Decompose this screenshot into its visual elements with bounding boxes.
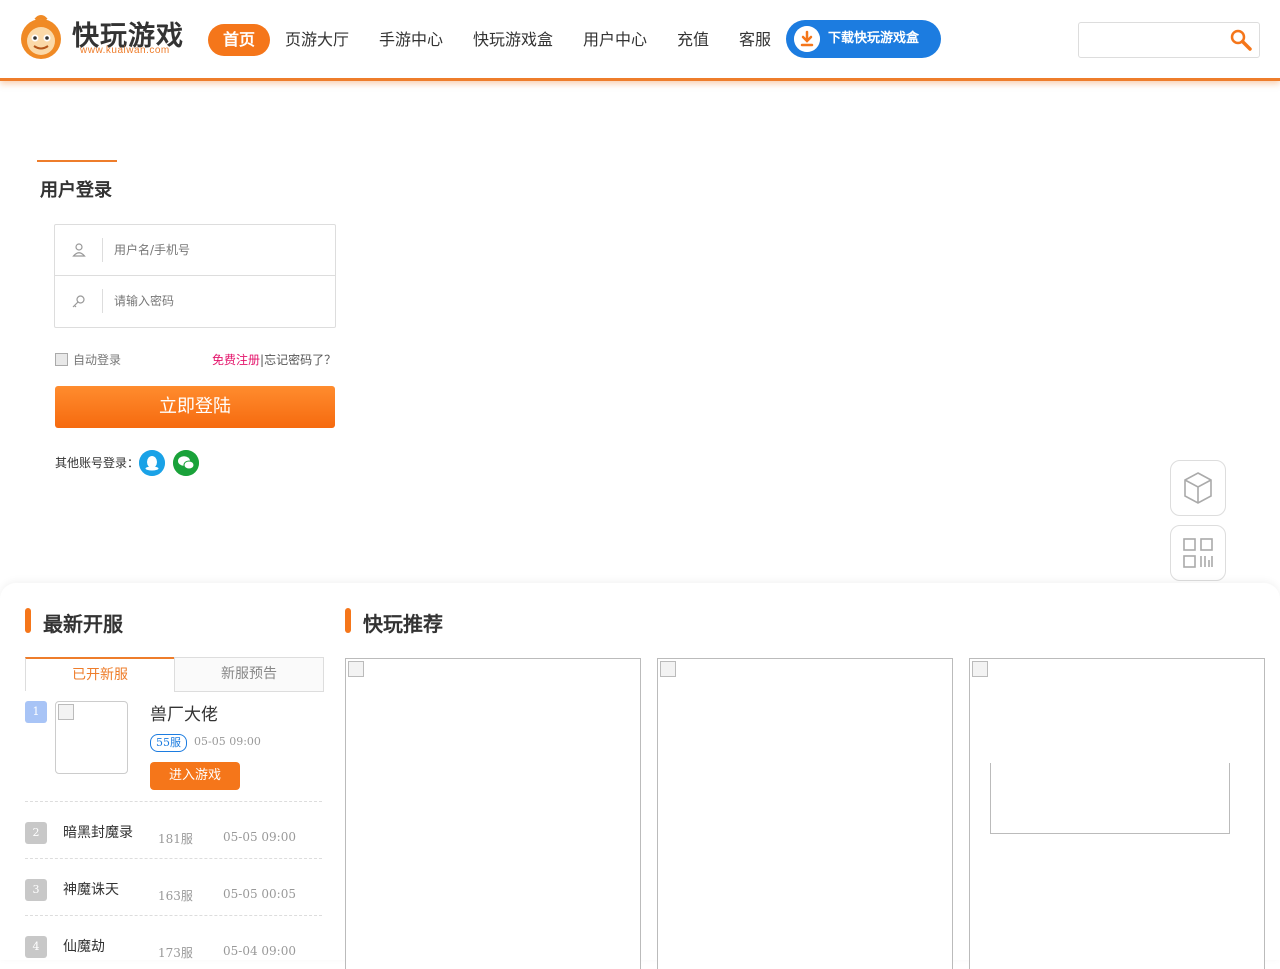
rank-badge: 2 bbox=[25, 822, 47, 844]
monkey-logo-icon bbox=[21, 15, 61, 59]
enter-game-button[interactable]: 进入游戏 bbox=[150, 762, 240, 790]
section-bar bbox=[25, 608, 31, 633]
download-gamebox-button[interactable]: 下载快玩游戏盒 bbox=[786, 20, 941, 58]
nav-game-box[interactable]: 快玩游戏盒 bbox=[473, 24, 553, 56]
broken-image-icon bbox=[972, 661, 988, 677]
username-field bbox=[55, 225, 335, 276]
search-input[interactable] bbox=[1079, 23, 1235, 57]
nav-user-center[interactable]: 用户中心 bbox=[583, 24, 647, 56]
section-bar bbox=[345, 608, 351, 633]
featured-server-badge: 55服 bbox=[150, 734, 187, 752]
nav-web-games[interactable]: 页游大厅 bbox=[285, 24, 349, 56]
recommend-card[interactable] bbox=[345, 658, 641, 969]
other-login-label: 其他账号登录： bbox=[55, 456, 140, 470]
row-divider bbox=[25, 801, 322, 802]
game-name[interactable]: 神魔诛天 bbox=[63, 879, 119, 899]
nav-home[interactable]: 首页 bbox=[208, 24, 271, 56]
username-input[interactable] bbox=[110, 225, 333, 275]
wechat-login-icon[interactable] bbox=[173, 450, 199, 476]
broken-image-icon bbox=[348, 661, 364, 677]
open-time: 05-05 09:00 bbox=[223, 830, 296, 844]
download-icon bbox=[794, 26, 820, 52]
recommend-title: 快玩推荐 bbox=[363, 612, 443, 636]
top-header: 快玩游戏 www.kuaiwan.com 首页 页游大厅 手游中心 快玩游戏盒 … bbox=[0, 0, 1280, 81]
password-input[interactable] bbox=[110, 276, 333, 326]
recommend-card[interactable] bbox=[969, 658, 1265, 969]
key-icon bbox=[72, 295, 85, 308]
field-separator bbox=[102, 238, 103, 262]
login-title-line bbox=[37, 160, 117, 162]
recommend-card-overlay bbox=[990, 763, 1230, 834]
nav-mobile-games[interactable]: 手游中心 bbox=[379, 24, 443, 56]
recommend-card[interactable] bbox=[657, 658, 953, 969]
game-name[interactable]: 仙魔劫 bbox=[63, 936, 105, 956]
row-divider bbox=[25, 858, 322, 859]
search-icon[interactable] bbox=[1229, 28, 1253, 52]
rank-badge: 3 bbox=[25, 879, 47, 901]
game-thumbnail[interactable] bbox=[55, 701, 128, 774]
nav-customer-service[interactable]: 客服 bbox=[739, 24, 771, 56]
search-box bbox=[1078, 22, 1260, 58]
side-qrcode-button[interactable] bbox=[1170, 525, 1226, 581]
broken-image-icon bbox=[660, 661, 676, 677]
tab-upcoming-servers[interactable]: 新服预告 bbox=[174, 657, 324, 692]
server-tabs: 已开新服 新服预告 bbox=[25, 657, 324, 692]
auto-login-option[interactable]: 自动登录 bbox=[55, 351, 121, 368]
logo-url: www.kuaiwan.com bbox=[80, 45, 170, 56]
tab-opened-servers[interactable]: 已开新服 bbox=[25, 657, 175, 691]
auto-login-checkbox[interactable] bbox=[55, 353, 68, 366]
download-label: 下载快玩游戏盒 bbox=[828, 31, 920, 46]
rank-badge: 1 bbox=[25, 701, 47, 723]
qrcode-icon bbox=[1183, 538, 1213, 568]
site-logo[interactable]: 快玩游戏 www.kuaiwan.com bbox=[18, 12, 188, 62]
field-separator bbox=[102, 289, 103, 313]
broken-image-icon bbox=[58, 704, 74, 720]
rank-badge: 4 bbox=[25, 936, 47, 958]
user-icon bbox=[72, 243, 86, 257]
featured-game-name[interactable]: 兽厂大佬 bbox=[150, 700, 218, 725]
open-time: 05-05 00:05 bbox=[223, 887, 296, 901]
login-form bbox=[54, 224, 336, 328]
login-submit-button[interactable]: 立即登陆 bbox=[55, 386, 335, 428]
side-gamebox-button[interactable] bbox=[1170, 460, 1226, 516]
server-number: 173服 bbox=[158, 946, 193, 960]
forgot-password-link[interactable]: 忘记密码了？ bbox=[264, 353, 336, 367]
register-links: 免费注册|忘记密码了？ bbox=[212, 351, 336, 368]
server-number: 163服 bbox=[158, 889, 193, 903]
nav-recharge[interactable]: 充值 bbox=[677, 24, 709, 56]
password-field bbox=[55, 276, 335, 326]
featured-open-time: 05-05 09:00 bbox=[194, 735, 261, 748]
auto-login-label: 自动登录 bbox=[73, 353, 122, 367]
row-divider bbox=[25, 915, 322, 916]
server-number: 181服 bbox=[158, 832, 193, 846]
new-servers-title: 最新开服 bbox=[43, 612, 123, 636]
game-name[interactable]: 暗黑封魔录 bbox=[63, 822, 133, 842]
register-link[interactable]: 免费注册 bbox=[212, 353, 260, 367]
login-title: 用户登录 bbox=[40, 180, 112, 201]
qq-login-icon[interactable] bbox=[139, 450, 165, 476]
box-icon bbox=[1184, 472, 1212, 504]
open-time: 05-04 09:00 bbox=[223, 944, 296, 958]
